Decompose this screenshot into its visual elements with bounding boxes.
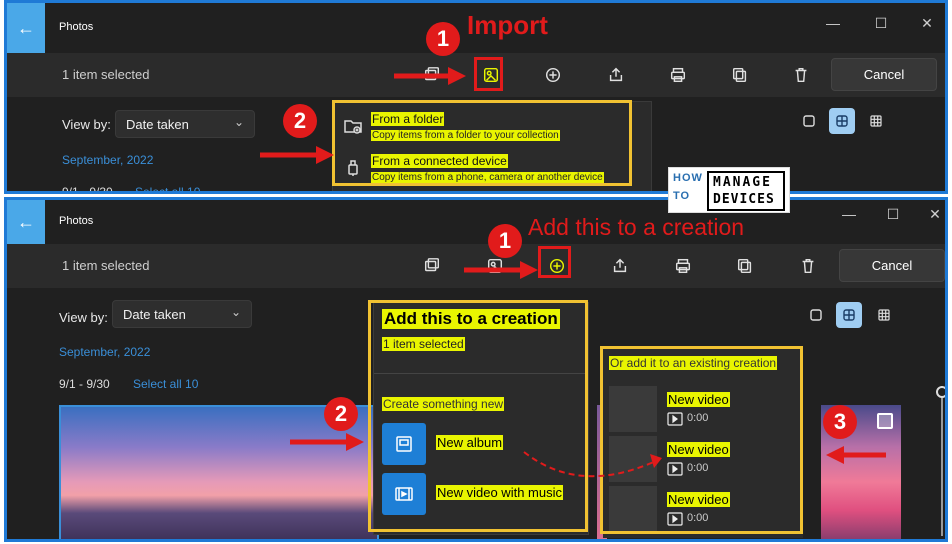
arrow-left-icon [826, 446, 886, 464]
delete-icon[interactable] [796, 254, 820, 278]
logo-text: DEVICES [713, 192, 775, 207]
add-to-creation-annotation: Add this to a creation [528, 214, 745, 240]
duplicate-photos-icon[interactable] [420, 254, 444, 278]
arrow-left-icon: ← [17, 17, 35, 38]
dashed-curve-arrow [523, 451, 662, 478]
view-by-label: View by: [62, 117, 111, 132]
step-badge: 2 [283, 104, 317, 138]
view-medium-button[interactable] [829, 108, 855, 134]
chevron-down-icon: ⌄ [233, 115, 244, 129]
share-icon[interactable] [608, 254, 632, 278]
logo-text: TO [673, 190, 691, 202]
logo-box: MANAGE DEVICES [707, 171, 785, 211]
month-heading: September, 2022 [62, 153, 154, 167]
date-range: 9/1 - 9/30 [59, 377, 110, 391]
view-large-button[interactable] [803, 302, 829, 328]
close-icon[interactable]: ✕ [917, 15, 937, 32]
view-by-value: Date taken [123, 307, 186, 322]
view-small-button[interactable] [863, 108, 889, 134]
select-all-link[interactable]: Select all 10 [133, 377, 198, 391]
step-badge: 1 [426, 22, 460, 56]
minimize-icon[interactable]: — [839, 206, 859, 222]
chevron-down-icon: ⌄ [230, 305, 241, 319]
view-medium-button[interactable] [836, 302, 862, 328]
maximize-icon[interactable]: ☐ [871, 15, 891, 32]
view-by-label: View by: [59, 310, 108, 325]
print-icon[interactable] [666, 63, 690, 87]
timeline-scroll-handle[interactable] [936, 386, 945, 398]
import-annotation: Import [467, 10, 548, 40]
menu-highlight-frame [332, 100, 632, 186]
cancel-button[interactable]: Cancel [839, 249, 945, 282]
step-badge: 1 [488, 224, 522, 258]
flyout-highlight-frame [368, 300, 588, 532]
app-title: Photos [59, 215, 94, 227]
arrow-right-icon [394, 67, 466, 85]
view-by-dropdown[interactable]: Date taken ⌄ [115, 110, 255, 138]
back-button[interactable]: ← [7, 3, 45, 53]
selection-count: 1 item selected [62, 67, 150, 82]
delete-icon[interactable] [789, 63, 813, 87]
copy-icon[interactable] [728, 63, 752, 87]
cancel-button[interactable]: Cancel [831, 58, 937, 91]
copy-icon[interactable] [733, 254, 757, 278]
print-icon[interactable] [671, 254, 695, 278]
logo-text: MANAGE [713, 175, 772, 190]
date-range: 9/1 - 9/30 [62, 185, 113, 194]
share-icon[interactable] [604, 63, 628, 87]
arrow-left-icon: ← [17, 211, 35, 232]
title-bar: ← Photos — ☐ ✕ [7, 200, 945, 244]
scrollbar-track[interactable] [941, 386, 943, 536]
add-highlight-box [538, 246, 571, 278]
view-large-button[interactable] [796, 108, 822, 134]
selection-count: 1 item selected [62, 258, 150, 273]
add-circle-icon[interactable] [541, 63, 565, 87]
app-title: Photos [59, 21, 94, 33]
view-by-dropdown[interactable]: Date taken ⌄ [112, 300, 252, 328]
month-heading: September, 2022 [59, 345, 151, 359]
maximize-icon[interactable]: ☐ [883, 206, 903, 223]
view-small-button[interactable] [871, 302, 897, 328]
logo-text: HOW [673, 172, 703, 184]
import-highlight-box [474, 57, 503, 91]
arrow-right-icon [290, 433, 364, 451]
back-button[interactable]: ← [7, 200, 45, 244]
arrow-right-icon [260, 146, 334, 164]
existing-highlight-frame [600, 346, 803, 534]
how-to-manage-devices-logo: HOW TO MANAGE DEVICES [668, 167, 790, 213]
step-badge: 2 [324, 397, 358, 431]
close-icon[interactable]: ✕ [925, 206, 945, 223]
minimize-icon[interactable]: — [823, 15, 843, 31]
view-by-value: Date taken [126, 117, 189, 132]
arrow-right-icon [464, 261, 538, 279]
select-checkbox[interactable] [877, 413, 893, 429]
select-all-link[interactable]: Select all 10 [135, 185, 200, 191]
step-badge: 3 [823, 405, 857, 439]
